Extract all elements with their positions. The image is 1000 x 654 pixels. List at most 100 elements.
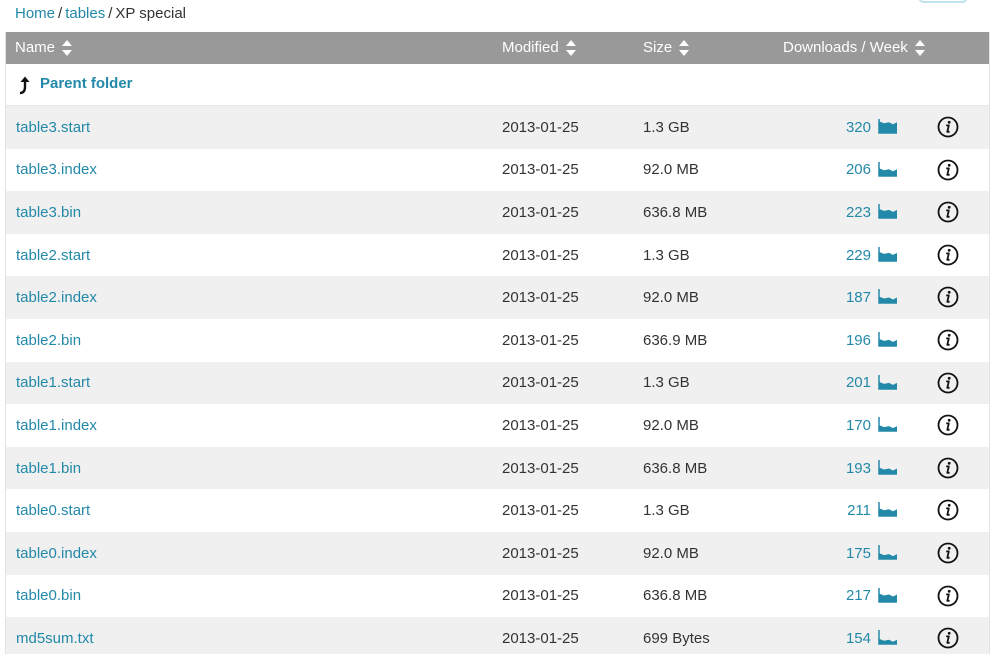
parent-folder-arrow-icon xyxy=(19,76,30,95)
breadcrumb: Home / tables / XP special xyxy=(15,4,186,24)
downloads-chart-icon[interactable] xyxy=(878,458,898,476)
file-name-link[interactable]: table2.start xyxy=(16,234,90,277)
downloads-count-link[interactable]: 187 xyxy=(816,276,871,319)
downloads-count-link[interactable]: 201 xyxy=(816,362,871,405)
file-size: 636.8 MB xyxy=(643,587,708,605)
downloads-chart-icon[interactable] xyxy=(878,287,898,305)
downloads-chart-icon[interactable] xyxy=(878,160,898,178)
column-header-size[interactable]: Size xyxy=(643,32,690,64)
sort-icon xyxy=(679,40,690,56)
file-size: 636.8 MB xyxy=(643,203,708,221)
info-icon[interactable] xyxy=(937,244,959,266)
file-list: table3.start 2013-01-25 1.3 GB 320 table3.in… xyxy=(6,106,989,654)
file-name-link[interactable]: table3.index xyxy=(16,149,97,192)
downloads-count-link[interactable]: 196 xyxy=(816,319,871,362)
file-table: Name Modified Size Downloads / Week Pare… xyxy=(5,32,990,654)
sort-icon xyxy=(565,40,576,56)
file-modified: 2013-01-25 xyxy=(502,203,579,221)
column-header-name[interactable]: Name xyxy=(15,32,73,64)
top-right-button[interactable] xyxy=(918,0,968,3)
breadcrumb-home-link[interactable]: Home xyxy=(15,5,55,22)
downloads-chart-icon[interactable] xyxy=(878,117,898,135)
file-modified: 2013-01-25 xyxy=(502,544,579,562)
downloads-count-link[interactable]: 154 xyxy=(816,617,871,654)
info-icon[interactable] xyxy=(937,159,959,181)
file-size: 1.3 GB xyxy=(643,246,690,264)
downloads-chart-icon[interactable] xyxy=(878,202,898,220)
downloads-chart-icon[interactable] xyxy=(878,415,898,433)
file-name-link[interactable]: table2.index xyxy=(16,276,97,319)
info-icon[interactable] xyxy=(937,414,959,436)
info-icon[interactable] xyxy=(937,329,959,351)
downloads-chart-icon[interactable] xyxy=(878,245,898,263)
table-row: table0.start 2013-01-25 1.3 GB 211 xyxy=(6,489,989,532)
file-size: 92.0 MB xyxy=(643,161,699,179)
column-header-downloads[interactable]: Downloads / Week xyxy=(783,32,926,64)
info-icon[interactable] xyxy=(937,585,959,607)
info-icon[interactable] xyxy=(937,286,959,308)
file-size: 1.3 GB xyxy=(643,118,690,136)
file-name-link[interactable]: table1.bin xyxy=(16,447,81,490)
table-row: table1.bin 2013-01-25 636.8 MB 193 xyxy=(6,446,989,490)
file-name-link[interactable]: md5sum.txt xyxy=(16,617,94,654)
file-name-link[interactable]: table1.index xyxy=(16,404,97,447)
file-modified: 2013-01-25 xyxy=(502,629,579,647)
info-icon[interactable] xyxy=(937,116,959,138)
table-row: md5sum.txt 2013-01-25 699 Bytes 154 xyxy=(6,617,989,654)
info-icon[interactable] xyxy=(937,372,959,394)
info-icon[interactable] xyxy=(937,457,959,479)
sort-icon xyxy=(62,40,73,56)
downloads-count-link[interactable]: 223 xyxy=(816,191,871,234)
file-name-link[interactable]: table3.bin xyxy=(16,191,81,234)
table-row: table0.index 2013-01-25 92.0 MB 175 xyxy=(6,531,989,575)
info-icon[interactable] xyxy=(937,201,959,223)
file-name-link[interactable]: table0.index xyxy=(16,532,97,575)
file-modified: 2013-01-25 xyxy=(502,587,579,605)
table-row: table2.start 2013-01-25 1.3 GB 229 xyxy=(6,233,989,277)
breadcrumb-separator: / xyxy=(108,5,113,22)
file-size: 1.3 GB xyxy=(643,502,690,520)
downloads-chart-icon[interactable] xyxy=(878,330,898,348)
sort-icon xyxy=(914,40,925,56)
parent-folder-link[interactable]: Parent folder xyxy=(40,75,133,92)
info-icon[interactable] xyxy=(937,542,959,564)
file-size: 636.8 MB xyxy=(643,459,708,477)
downloads-count-link[interactable]: 170 xyxy=(816,404,871,447)
column-header-name-label: Name xyxy=(15,39,56,56)
file-name-link[interactable]: table1.start xyxy=(16,362,90,405)
file-size: 636.9 MB xyxy=(643,331,708,349)
downloads-count-link[interactable]: 175 xyxy=(816,532,871,575)
file-modified: 2013-01-25 xyxy=(502,374,579,392)
file-name-link[interactable]: table3.start xyxy=(16,106,90,149)
downloads-count-link[interactable]: 217 xyxy=(816,575,871,618)
file-size: 92.0 MB xyxy=(643,416,699,434)
downloads-count-link[interactable]: 229 xyxy=(816,234,871,277)
file-modified: 2013-01-25 xyxy=(502,502,579,520)
downloads-chart-icon[interactable] xyxy=(878,373,898,391)
info-icon[interactable] xyxy=(937,627,959,649)
breadcrumb-separator: / xyxy=(58,5,63,22)
column-header-modified[interactable]: Modified xyxy=(502,32,577,64)
file-modified: 2013-01-25 xyxy=(502,246,579,264)
downloads-chart-icon[interactable] xyxy=(878,628,898,646)
downloads-chart-icon[interactable] xyxy=(878,543,898,561)
downloads-count-link[interactable]: 206 xyxy=(816,149,871,192)
downloads-chart-icon[interactable] xyxy=(878,586,898,604)
breadcrumb-tables-link[interactable]: tables xyxy=(65,5,105,22)
column-header-modified-label: Modified xyxy=(502,39,559,56)
file-name-link[interactable]: table0.bin xyxy=(16,575,81,618)
file-size: 699 Bytes xyxy=(643,629,710,647)
downloads-count-link[interactable]: 193 xyxy=(816,447,871,490)
file-modified: 2013-01-25 xyxy=(502,459,579,477)
file-name-link[interactable]: table0.start xyxy=(16,489,90,532)
info-icon[interactable] xyxy=(937,499,959,521)
table-row: table0.bin 2013-01-25 636.8 MB 217 xyxy=(6,574,989,618)
downloads-count-link[interactable]: 211 xyxy=(816,489,871,532)
table-row: table3.index 2013-01-25 92.0 MB 206 xyxy=(6,148,989,192)
file-size: 92.0 MB xyxy=(643,289,699,307)
file-name-link[interactable]: table2.bin xyxy=(16,319,81,362)
parent-folder-row[interactable]: Parent folder xyxy=(6,64,989,106)
downloads-count-link[interactable]: 320 xyxy=(816,106,871,149)
table-header: Name Modified Size Downloads / Week xyxy=(6,32,989,64)
downloads-chart-icon[interactable] xyxy=(878,500,898,518)
